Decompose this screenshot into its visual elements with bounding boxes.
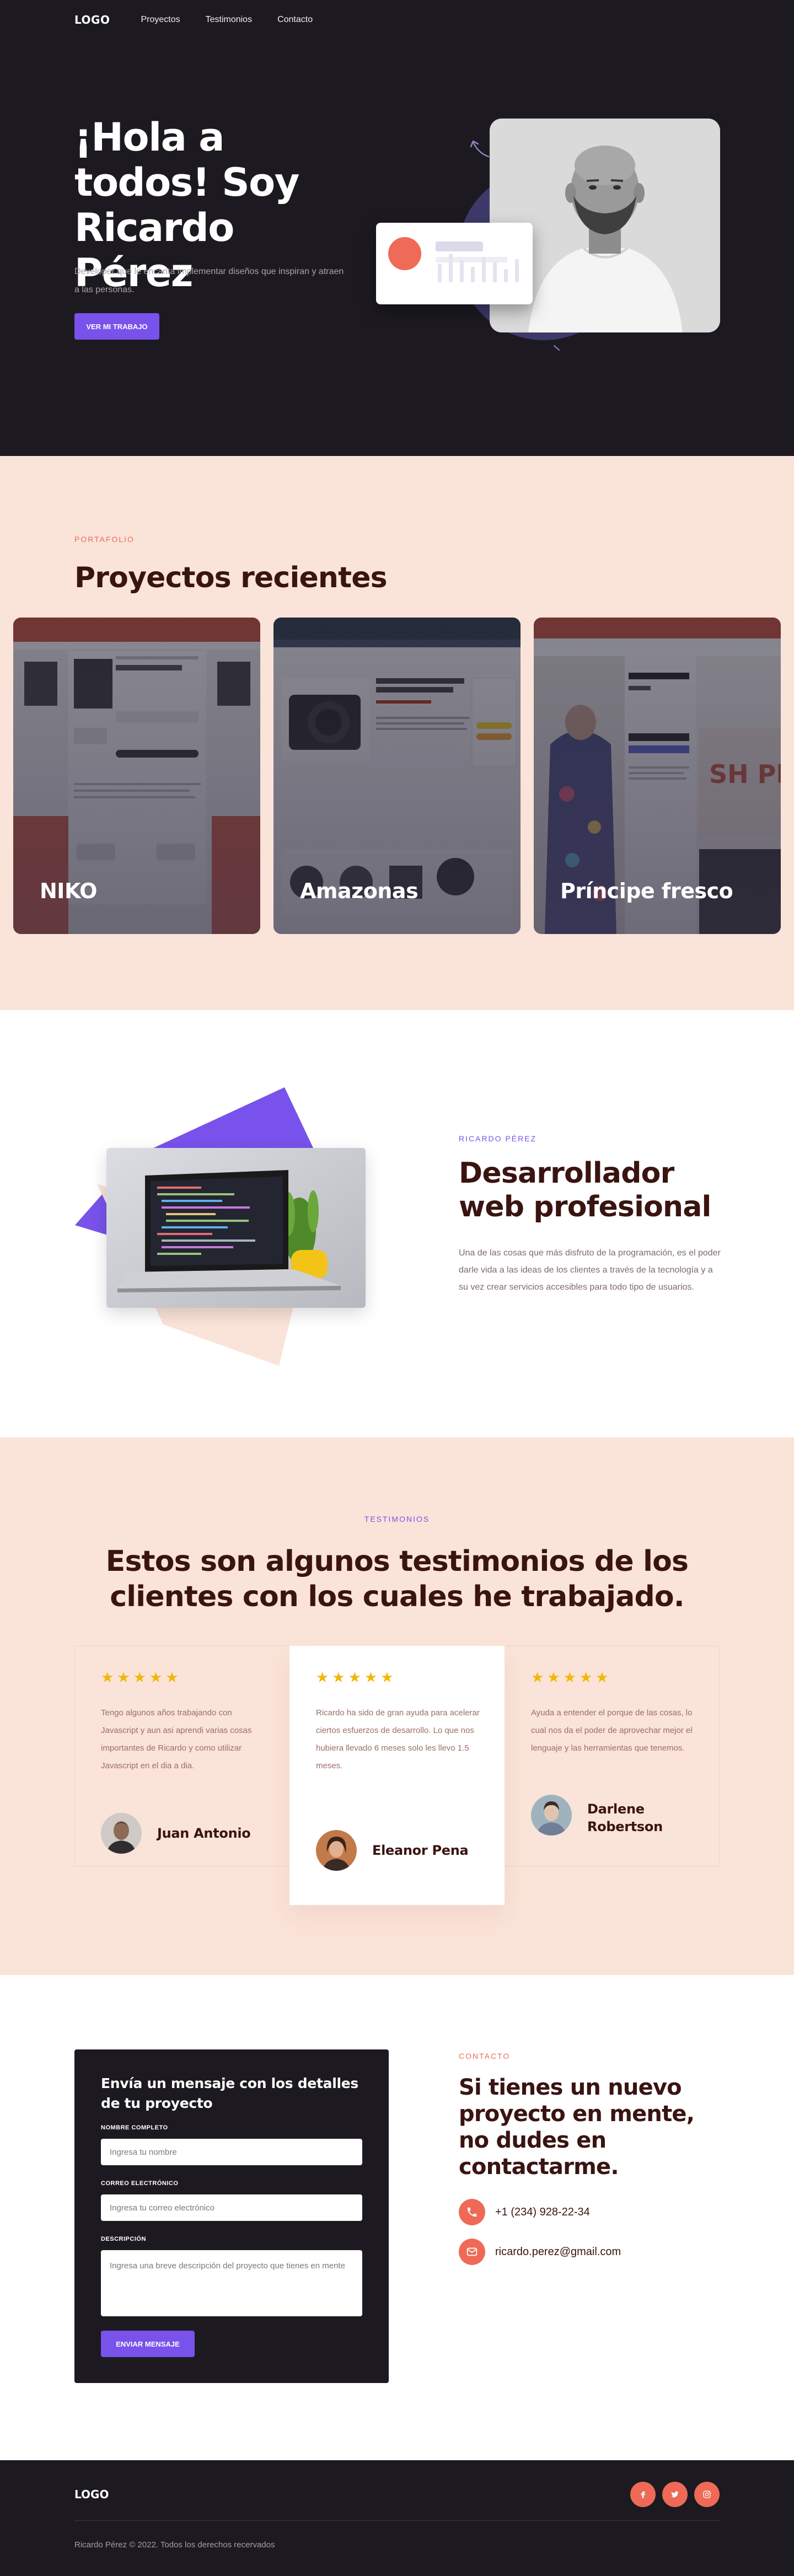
description-field[interactable] (101, 2250, 362, 2316)
testimonial-quote: Ricardo ha sido de gran ayuda para acele… (316, 1708, 480, 1770)
phone-item[interactable]: +1 (234) 928-22-34 (459, 2199, 590, 2225)
rating-stars: ★★★★★ (101, 1669, 182, 1686)
stats-card-avatar (388, 237, 421, 270)
testimonial-quote: Ayuda a entender el porque de las cosas,… (531, 1708, 693, 1753)
send-message-button[interactable]: ENVIAR MENSAJE (101, 2331, 195, 2357)
rating-stars: ★★★★★ (531, 1669, 612, 1686)
testimonial-name: Eleanor Pena (372, 1843, 469, 1858)
footer-divider (74, 2520, 720, 2521)
about-text: Una de las cosas que más disfruto de la … (459, 1248, 721, 1292)
testimonial-card: ★★★★★ Ayuda a entender el porque de las … (505, 1646, 720, 1866)
portfolio-title: Proyectos recientes (74, 561, 388, 594)
arrow-icon (470, 140, 490, 158)
logo[interactable]: LOGO (74, 13, 110, 26)
top-nav: LOGO Proyectos Testimonios Contacto (74, 13, 313, 26)
project-label: NIKO (40, 879, 97, 903)
name-field[interactable] (101, 2139, 362, 2165)
footer: LOGO Ricardo Pérez © 2022. Todos los der… (0, 2460, 794, 2576)
about-section: RICARDO PÉREZ Desarrollador web profesio… (0, 1010, 794, 1437)
hero-subtitle: Developer que le encanta implementar dis… (74, 267, 344, 294)
avatar (101, 1813, 142, 1854)
testimonials-section: TESTIMONIOS Estos son algunos testimonio… (0, 1437, 794, 1975)
testimonials-eyebrow: TESTIMONIOS (364, 1515, 430, 1523)
testimonial-quote: Tengo algunos años trabajando con Javasc… (101, 1708, 252, 1770)
laptop-photo (106, 1148, 366, 1308)
project-card-principe-fresco[interactable]: SH PR Príncipe fresco (534, 618, 781, 934)
contact-eyebrow: CONTACTO (459, 2052, 511, 2060)
about-eyebrow: RICARDO PÉREZ (459, 1134, 537, 1143)
about-title: Desarrollador web profesional (459, 1157, 711, 1223)
portfolio-section: PORTAFOLIO Proyectos recientes NIKO Amaz… (0, 456, 794, 1010)
nav-link-proyectos[interactable]: Proyectos (141, 15, 180, 25)
instagram-icon[interactable] (694, 2482, 720, 2507)
dash-icon (554, 345, 560, 351)
ver-mi-trabajo-button[interactable]: VER MI TRABAJO (74, 313, 159, 340)
testimonial-name: Juan Antonio (157, 1826, 251, 1841)
phone-text: +1 (234) 928-22-34 (495, 2205, 590, 2218)
rating-stars: ★★★★★ (316, 1669, 397, 1686)
testimonial-card: ★★★★★ Tengo algunos años trabajando con … (74, 1646, 289, 1866)
email-item[interactable]: ricardo.perez@gmail.com (459, 2239, 621, 2265)
email-text: ricardo.perez@gmail.com (495, 2245, 621, 2258)
avatar (531, 1795, 572, 1836)
hero-section: LOGO Proyectos Testimonios Contacto ¡Hol… (0, 0, 794, 456)
contact-section: Envía un mensaje con los detalles de tu … (0, 1975, 794, 2460)
avatar (316, 1830, 357, 1871)
footer-logo[interactable]: LOGO (74, 2488, 109, 2501)
stats-card (376, 223, 533, 304)
twitter-icon[interactable] (662, 2482, 688, 2507)
portfolio-eyebrow: PORTAFOLIO (74, 535, 135, 544)
contact-title: Si tienes un nuevo proyecto en mente, no… (459, 2075, 695, 2180)
project-label: Príncipe fresco (560, 879, 733, 903)
name-label: NOMBRE COMPLETO (101, 2124, 168, 2131)
description-label: DESCRIPCIÓN (101, 2236, 146, 2242)
nav-link-testimonios[interactable]: Testimonios (206, 15, 252, 25)
project-card-niko[interactable]: NIKO (13, 618, 260, 934)
testimonials-title: Estos son algunos testimonios de los cli… (105, 1545, 689, 1613)
form-title: Envía un mensaje con los detalles de tu … (101, 2075, 358, 2111)
footer-copyright: Ricardo Pérez © 2022. Todos los derechos… (74, 2540, 275, 2550)
nav-link-contacto[interactable]: Contacto (277, 15, 313, 25)
testimonial-name: Darlene Robertson (587, 1801, 663, 1834)
project-label: Amazonas (300, 879, 419, 903)
email-label: CORREO ELECTRÓNICO (101, 2180, 179, 2187)
contact-form: Envía un mensaje con los detalles de tu … (74, 2049, 389, 2383)
email-field[interactable] (101, 2194, 362, 2221)
mail-icon (459, 2239, 485, 2265)
phone-icon (459, 2199, 485, 2225)
project-card-amazonas[interactable]: Amazonas (273, 618, 521, 934)
testimonial-card-featured: ★★★★★ Ricardo ha sido de gran ayuda para… (289, 1646, 505, 1905)
facebook-icon[interactable] (630, 2482, 656, 2507)
